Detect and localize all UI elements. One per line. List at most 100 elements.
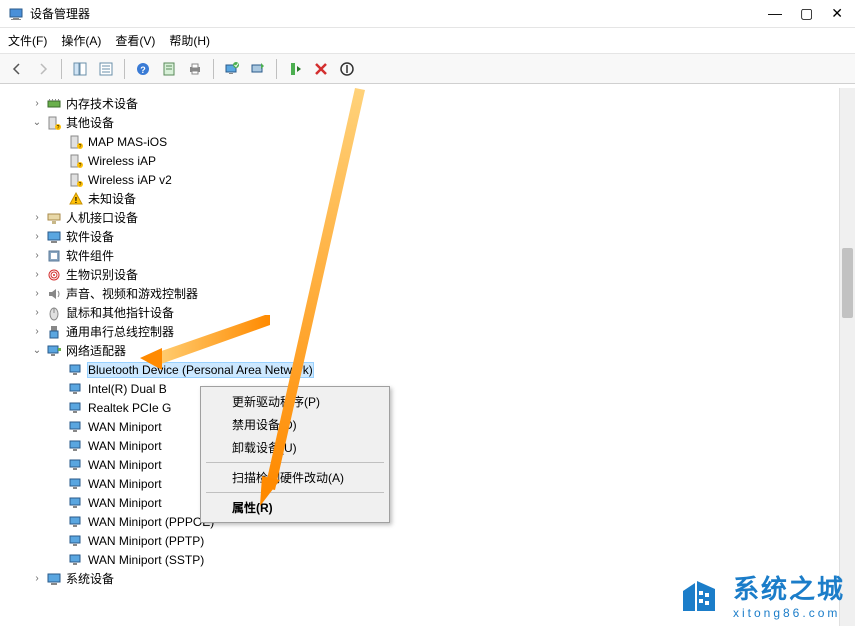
menu-item-scan-hardware[interactable]: 扫描检测硬件改动(A)	[204, 466, 386, 489]
tree-item-software-components[interactable]: › 软件组件	[12, 246, 855, 265]
watermark-logo-icon	[675, 571, 723, 619]
tree-item-memory-tech[interactable]: › 内存技术设备	[12, 94, 855, 113]
unknown-device-icon: ?	[68, 153, 84, 169]
mouse-icon	[46, 305, 62, 321]
tree-item-label: MAP MAS-iOS	[88, 135, 167, 149]
tree-item-wan-pptp[interactable]: WAN Miniport (PPTP)	[12, 531, 855, 550]
menu-separator	[206, 462, 384, 463]
tree-item-label: Wireless iAP	[88, 154, 156, 168]
watermark-url: xitong86.com	[733, 606, 845, 620]
tree-item-wan-miniport[interactable]: WAN Miniport	[12, 455, 855, 474]
tree-item-software-devices[interactable]: › 软件设备	[12, 227, 855, 246]
tree-item-label: 人机接口设备	[66, 209, 138, 226]
tree-item-wan-pppoe[interactable]: WAN Miniport (PPPOE)	[12, 512, 855, 531]
tree-item-label: WAN Miniport (PPTP)	[88, 534, 204, 548]
vertical-scrollbar[interactable]	[839, 88, 855, 626]
back-button[interactable]	[6, 58, 28, 80]
tree-item-label: 其他设备	[66, 114, 114, 131]
toolbar-separator	[276, 59, 277, 79]
print-button[interactable]	[184, 58, 206, 80]
tree-item-wan-miniport[interactable]: WAN Miniport	[12, 417, 855, 436]
tree-item-wan-miniport[interactable]: WAN Miniport	[12, 436, 855, 455]
tree-item-label: WAN Miniport	[88, 477, 162, 491]
toolbar-separator	[213, 59, 214, 79]
tree-item-map-mas-ios[interactable]: ? MAP MAS-iOS	[12, 132, 855, 151]
tree-item-unknown-device[interactable]: ! 未知设备	[12, 189, 855, 208]
chevron-right-icon[interactable]: ›	[30, 250, 44, 261]
chevron-right-icon[interactable]: ›	[30, 288, 44, 299]
tree-item-wireless-iap-v2[interactable]: ? Wireless iAP v2	[12, 170, 855, 189]
minimize-button[interactable]: —	[768, 5, 782, 22]
tree-item-sound-video-game[interactable]: › 声音、视频和游戏控制器	[12, 284, 855, 303]
menu-item-disable-device[interactable]: 禁用设备(D)	[204, 413, 386, 436]
tree-item-label: WAN Miniport	[88, 496, 162, 510]
toolbar-separator	[124, 59, 125, 79]
svg-text:?: ?	[57, 125, 60, 131]
tree-item-biometric[interactable]: › 生物识别设备	[12, 265, 855, 284]
scan-hardware-button[interactable]	[221, 58, 243, 80]
title-bar: 设备管理器 — ▢ ✕	[0, 0, 855, 28]
tree-item-mouse-pointer[interactable]: › 鼠标和其他指针设备	[12, 303, 855, 322]
network-adapter-icon	[68, 400, 84, 416]
system-device-icon	[46, 571, 62, 587]
menu-help[interactable]: 帮助(H)	[169, 32, 210, 49]
menu-view[interactable]: 查看(V)	[115, 32, 155, 49]
tree-item-label: WAN Miniport	[88, 420, 162, 434]
network-adapter-icon	[68, 381, 84, 397]
tree-item-wireless-iap[interactable]: ? Wireless iAP	[12, 151, 855, 170]
tree-item-other-devices[interactable]: ⌄ ? 其他设备	[12, 113, 855, 132]
enable-device-button[interactable]	[284, 58, 306, 80]
show-hide-tree-button[interactable]	[69, 58, 91, 80]
tree-item-realtek[interactable]: Realtek PCIe G	[12, 398, 855, 417]
svg-text:!: !	[75, 196, 78, 205]
menu-action[interactable]: 操作(A)	[61, 32, 101, 49]
tree-item-label: 未知设备	[88, 190, 136, 207]
chevron-right-icon[interactable]: ›	[30, 212, 44, 223]
network-adapter-icon	[46, 343, 62, 359]
chevron-right-icon[interactable]: ›	[30, 573, 44, 584]
tree-item-label: Bluetooth Device (Personal Area Network)	[88, 363, 313, 377]
menu-item-properties[interactable]: 属性(R)	[204, 496, 386, 519]
chevron-right-icon[interactable]: ›	[30, 307, 44, 318]
menu-item-uninstall-device[interactable]: 卸载设备(U)	[204, 436, 386, 459]
tree-item-wan-miniport[interactable]: WAN Miniport	[12, 474, 855, 493]
memory-icon	[46, 96, 62, 112]
menu-file[interactable]: 文件(F)	[8, 32, 47, 49]
forward-button[interactable]	[32, 58, 54, 80]
tree-item-intel-dual[interactable]: Intel(R) Dual B	[12, 379, 855, 398]
uninstall-toolbar-button[interactable]	[310, 58, 332, 80]
close-button[interactable]: ✕	[831, 5, 843, 22]
network-adapter-icon	[68, 552, 84, 568]
tree-item-label: 鼠标和其他指针设备	[66, 304, 174, 321]
chevron-right-icon[interactable]: ›	[30, 269, 44, 280]
tree-item-bluetooth-pan[interactable]: Bluetooth Device (Personal Area Network)	[12, 360, 855, 379]
tree-item-usb-controllers[interactable]: › 通用串行总线控制器	[12, 322, 855, 341]
device-tree[interactable]: › 内存技术设备 ⌄ ? 其他设备 ? MAP MAS-iOS ? Wirele…	[0, 88, 855, 594]
chevron-right-icon[interactable]: ›	[30, 98, 44, 109]
network-adapter-icon	[68, 362, 84, 378]
tree-item-network-adapters[interactable]: ⌄ 网络适配器	[12, 341, 855, 360]
menu-item-update-driver[interactable]: 更新驱动程序(P)	[204, 390, 386, 413]
properties-toolbar-button[interactable]	[158, 58, 180, 80]
scrollbar-thumb[interactable]	[842, 248, 853, 318]
chevron-right-icon[interactable]: ›	[30, 231, 44, 242]
chevron-right-icon[interactable]: ›	[30, 326, 44, 337]
help-button[interactable]: ?	[132, 58, 154, 80]
tree-item-label: Realtek PCIe G	[88, 401, 171, 415]
details-button[interactable]	[95, 58, 117, 80]
tree-item-hid[interactable]: › 人机接口设备	[12, 208, 855, 227]
maximize-button[interactable]: ▢	[800, 5, 813, 22]
tree-item-wan-miniport[interactable]: WAN Miniport	[12, 493, 855, 512]
disable-toolbar-button[interactable]	[336, 58, 358, 80]
context-menu: 更新驱动程序(P) 禁用设备(D) 卸载设备(U) 扫描检测硬件改动(A) 属性…	[200, 386, 390, 523]
svg-text:?: ?	[140, 65, 146, 75]
tree-item-label: WAN Miniport (SSTP)	[88, 553, 204, 567]
tree-item-label: 内存技术设备	[66, 95, 138, 112]
chevron-down-icon[interactable]: ⌄	[30, 345, 44, 356]
update-driver-toolbar-button[interactable]	[247, 58, 269, 80]
svg-text:?: ?	[79, 144, 82, 150]
tree-item-label: Intel(R) Dual B	[88, 382, 167, 396]
chevron-down-icon[interactable]: ⌄	[30, 117, 44, 128]
svg-text:?: ?	[79, 182, 82, 188]
tree-item-wan-sstp[interactable]: WAN Miniport (SSTP)	[12, 550, 855, 569]
